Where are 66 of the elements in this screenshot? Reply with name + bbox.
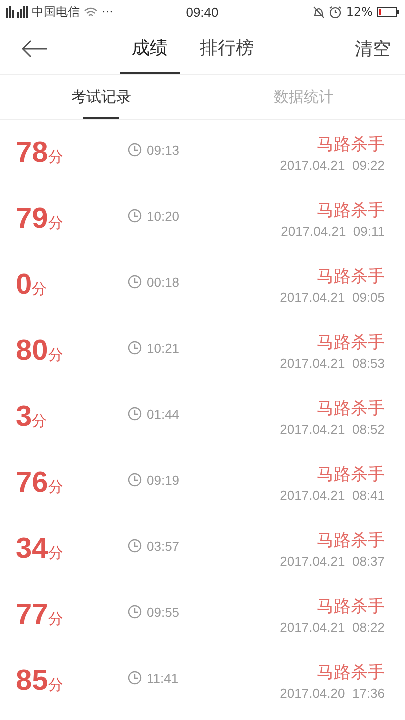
back-arrow-icon[interactable] [22, 40, 48, 58]
duration-text: 03:57 [147, 538, 180, 554]
clock-icon [128, 539, 142, 553]
record-title: 马路杀手 [317, 332, 385, 354]
score-value: 76 [16, 466, 48, 500]
bell-off-icon [313, 6, 326, 18]
record-title: 马路杀手 [317, 662, 385, 684]
score-unit: 分 [48, 610, 64, 628]
score-value: 80 [16, 334, 48, 368]
battery-percent: 12% [346, 5, 373, 19]
clock-icon [128, 605, 142, 619]
score-unit: 分 [48, 676, 64, 694]
clock-icon [128, 209, 142, 223]
score-value: 85 [16, 664, 48, 698]
score-value: 0 [16, 268, 32, 302]
signal-icon [6, 6, 28, 18]
record-date: 2017.04.21 08:22 [280, 620, 385, 635]
status-time: 09:40 [185, 4, 220, 20]
score-value: 3 [16, 400, 32, 434]
score-value: 78 [16, 136, 48, 170]
clock-icon [128, 143, 142, 157]
record-date: 2017.04.20 17:36 [280, 686, 385, 701]
record-title: 马路杀手 [317, 134, 385, 156]
duration-text: 09:13 [147, 142, 180, 158]
duration-text: 11:41 [147, 670, 179, 686]
record-date: 2017.04.21 08:52 [280, 422, 385, 437]
clear-button[interactable]: 清空 [355, 37, 391, 61]
score-unit: 分 [32, 280, 48, 298]
duration-text: 09:19 [147, 472, 180, 488]
score-value: 77 [16, 598, 48, 632]
record-title: 马路杀手 [317, 530, 385, 552]
wifi-icon [84, 6, 98, 18]
score-unit: 分 [48, 346, 64, 364]
duration-text: 10:20 [147, 208, 180, 224]
duration-text: 09:55 [147, 604, 180, 620]
record-date: 2017.04.21 08:53 [280, 356, 385, 371]
record-date: 2017.04.21 08:41 [280, 488, 385, 503]
duration-text: 00:18 [147, 274, 180, 290]
score-unit: 分 [48, 478, 64, 496]
clock-icon [128, 407, 142, 421]
score-unit: 分 [32, 412, 48, 430]
more-dots: ··· [102, 5, 114, 19]
score-unit: 分 [48, 148, 64, 166]
score-unit: 分 [48, 214, 64, 232]
record-title: 马路杀手 [317, 464, 385, 486]
record-date: 2017.04.21 09:11 [281, 224, 385, 239]
alarm-icon [329, 6, 342, 18]
clock-icon [128, 473, 142, 487]
score-value: 79 [16, 202, 48, 236]
duration-text: 01:44 [147, 406, 180, 422]
duration-text: 10:21 [147, 340, 180, 356]
record-date: 2017.04.21 09:22 [280, 158, 385, 173]
clock-icon [128, 671, 142, 685]
record-date: 2017.04.21 09:05 [280, 290, 385, 305]
clock-icon [128, 275, 142, 289]
score-value: 34 [16, 532, 48, 566]
header-tab[interactable]: 排行榜 [188, 24, 266, 74]
record-title: 马路杀手 [317, 266, 385, 288]
clock-icon [128, 341, 142, 355]
battery-icon [377, 7, 399, 17]
record-date: 2017.04.21 08:37 [280, 554, 385, 569]
record-title: 马路杀手 [317, 398, 385, 420]
carrier-name: 中国电信 [32, 4, 80, 20]
score-unit: 分 [48, 544, 64, 562]
record-title: 马路杀手 [317, 200, 385, 222]
record-title: 马路杀手 [317, 596, 385, 618]
